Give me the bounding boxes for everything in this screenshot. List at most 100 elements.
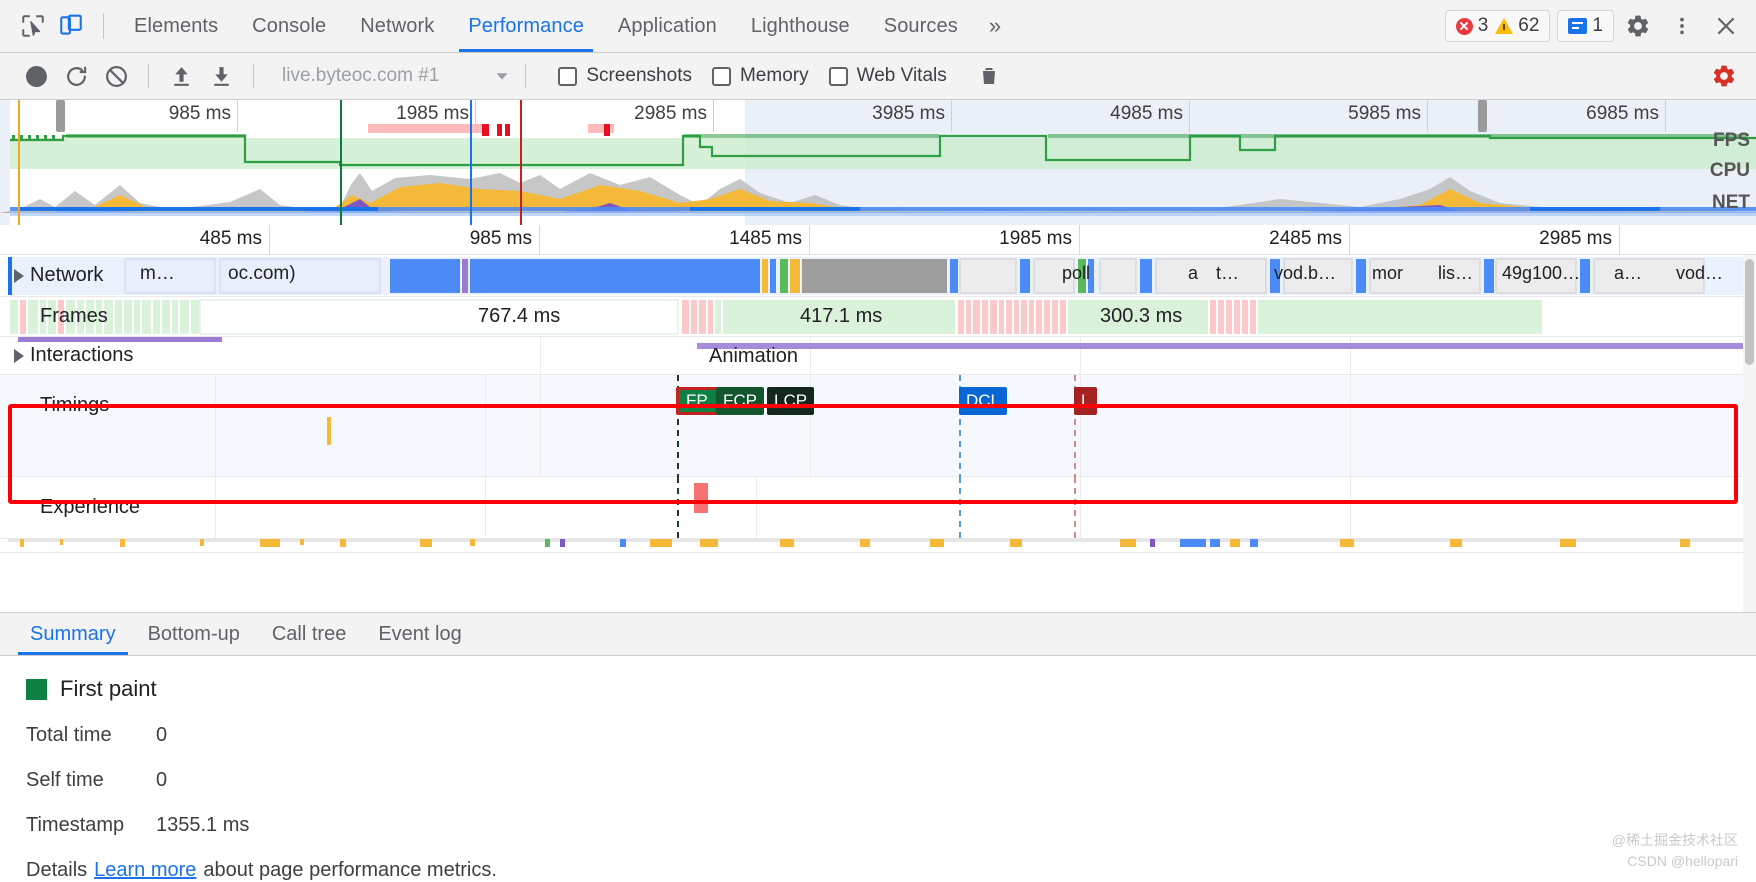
timing-marker-load[interactable]: L [1074,387,1098,415]
tab-console[interactable]: Console [235,0,343,52]
panel-tabs: Elements Console Network Performance App… [117,0,975,52]
detail-tick: 2985 ms [1350,225,1620,255]
network-request-label: vod… [1676,263,1724,283]
track-experience-title: Experience [0,477,140,538]
detail-tick: 985 ms [270,225,540,255]
detail-tick-label: 2985 ms [1539,228,1612,249]
record-circle-icon[interactable] [16,58,56,94]
track-network[interactable]: Network m… oc.com) poll a t… vod.b… mor … [0,255,1756,297]
flamechart-tracks[interactable]: 485 ms 985 ms 1485 ms 1985 ms 2485 ms 29… [0,225,1756,612]
track-main-thread[interactable] [0,539,1756,553]
device-toolbar-icon[interactable] [52,7,90,45]
error-badge[interactable]: 3 [1455,15,1488,37]
tab-summary[interactable]: Summary [14,613,132,655]
tab-sources[interactable]: Sources [867,0,975,52]
network-request-label: mor [1372,263,1403,283]
network-request-label: a… [1614,263,1643,283]
network-request-label: m… [140,263,175,284]
issues-message-badge[interactable]: 1 [1557,10,1614,42]
tab-label: Sources [883,14,958,37]
detail-ruler: 485 ms 985 ms 1485 ms 1985 ms 2485 ms 29… [0,225,1756,255]
tab-event-log[interactable]: Event log [362,613,477,655]
triangle-right-icon[interactable] [14,348,24,363]
timing-marker-label: FP [686,391,708,410]
tracks-vertical-scrollbar[interactable] [1743,255,1756,612]
summary-row-value: 0 [156,769,168,791]
tab-application[interactable]: Application [601,0,734,52]
track-experience[interactable]: Experience [0,477,1756,539]
network-request-label: oc.com) [228,263,296,284]
tab-performance[interactable]: Performance [451,0,601,52]
summary-row-value: 1355.1 ms [156,814,250,836]
devtools-tabbar: Elements Console Network Performance App… [0,0,1756,53]
issues-badge-group[interactable]: 3 62 [1444,10,1551,42]
capture-settings-gear-icon[interactable] [1704,58,1744,94]
tab-network[interactable]: Network [343,0,451,52]
track-network-label: Network [30,264,104,286]
experience-entries[interactable] [0,477,1756,539]
timings-lines [327,375,1076,477]
inspect-cursor-icon[interactable] [14,7,52,45]
details-tab-label: Call tree [271,622,347,645]
interaction-entry-label: Animation [709,345,798,367]
learn-more-link[interactable]: Learn more [94,859,196,882]
tab-lighthouse[interactable]: Lighthouse [734,0,867,52]
track-timings[interactable]: Timings FP FCP LCP DCL L [0,375,1756,477]
summary-row-value: 0 [156,724,168,746]
clear-no-entry-icon[interactable] [96,58,136,94]
trash-icon[interactable] [969,58,1009,94]
summary-row-key: Timestamp [26,814,125,836]
summary-row-key: Self time [26,769,104,791]
performance-controlbar: live.byteoc.com #1 Screenshots Memory We… [0,53,1756,100]
checkbox-memory[interactable]: Memory [711,65,809,87]
checkbox-web-vitals[interactable]: Web Vitals [828,65,947,87]
tab-bottom-up[interactable]: Bottom-up [132,613,256,655]
interactions-entries[interactable] [0,337,1756,375]
recording-selector-label[interactable]: live.byteoc.com #1 [282,65,439,87]
timing-marker-fcp[interactable]: FCP [716,387,764,415]
tab-elements[interactable]: Elements [117,0,235,52]
checkbox-label: Web Vitals [856,65,947,86]
load-profile-upload-icon[interactable] [161,58,201,94]
track-interactions-title[interactable]: Interactions [0,337,133,374]
chevron-down-icon[interactable] [491,65,513,87]
timing-marker-fp[interactable]: FP [676,387,718,415]
tab-call-tree[interactable]: Call tree [256,613,362,655]
triangle-right-icon[interactable] [14,268,24,283]
timing-marker-lcp[interactable]: LCP [767,387,815,415]
close-icon[interactable] [1706,6,1746,46]
message-badge[interactable]: 1 [1568,15,1603,37]
timing-marker-label: LCP [774,391,808,410]
detail-tick: 1485 ms [540,225,810,255]
overview-selection-handle-left[interactable] [56,100,65,132]
network-request-label: a [1188,263,1199,283]
timing-marker-dcl[interactable]: DCL [959,387,1008,415]
network-request-label: t… [1216,263,1240,283]
gear-icon[interactable] [1618,6,1658,46]
detail-tick-label: 985 ms [469,228,532,249]
watermark: @稀土掘金技术社区 CSDN @hellopari [1612,830,1738,872]
save-profile-download-icon[interactable] [201,58,241,94]
detail-tick-label: 2485 ms [1269,228,1342,249]
timeline-overview[interactable]: 985 ms 1985 ms 2985 ms 3985 ms 4985 ms 5… [0,100,1756,225]
warning-icon [1495,18,1514,34]
checkbox-box [828,66,848,86]
overview-tick-label: 5985 ms [1348,103,1421,124]
overview-selection-handle-right[interactable] [1478,100,1487,132]
kebab-menu-icon[interactable] [1662,6,1702,46]
reload-record-icon[interactable] [56,58,96,94]
watermark-line-2: CSDN @hellopari [1627,853,1738,869]
detail-tick: 1985 ms [810,225,1080,255]
warning-badge[interactable]: 62 [1495,15,1539,37]
more-tabs-icon[interactable]: » [975,13,1015,39]
tracks-scroll-thumb[interactable] [1745,259,1754,365]
message-count: 1 [1592,15,1603,36]
checkbox-screenshots[interactable]: Screenshots [558,65,692,87]
timing-marker-label: L [1081,391,1091,410]
summary-row-key: Total time [26,724,112,746]
track-network-title[interactable]: Network [0,255,103,296]
controlbar-right [1704,58,1756,94]
main-thread-activity[interactable] [0,539,1756,553]
track-interactions[interactable]: Interactions Animation [0,337,1756,375]
track-frames[interactable]: Frames 767.4 ms 417.1 ms 300.3 ms [0,297,1756,337]
